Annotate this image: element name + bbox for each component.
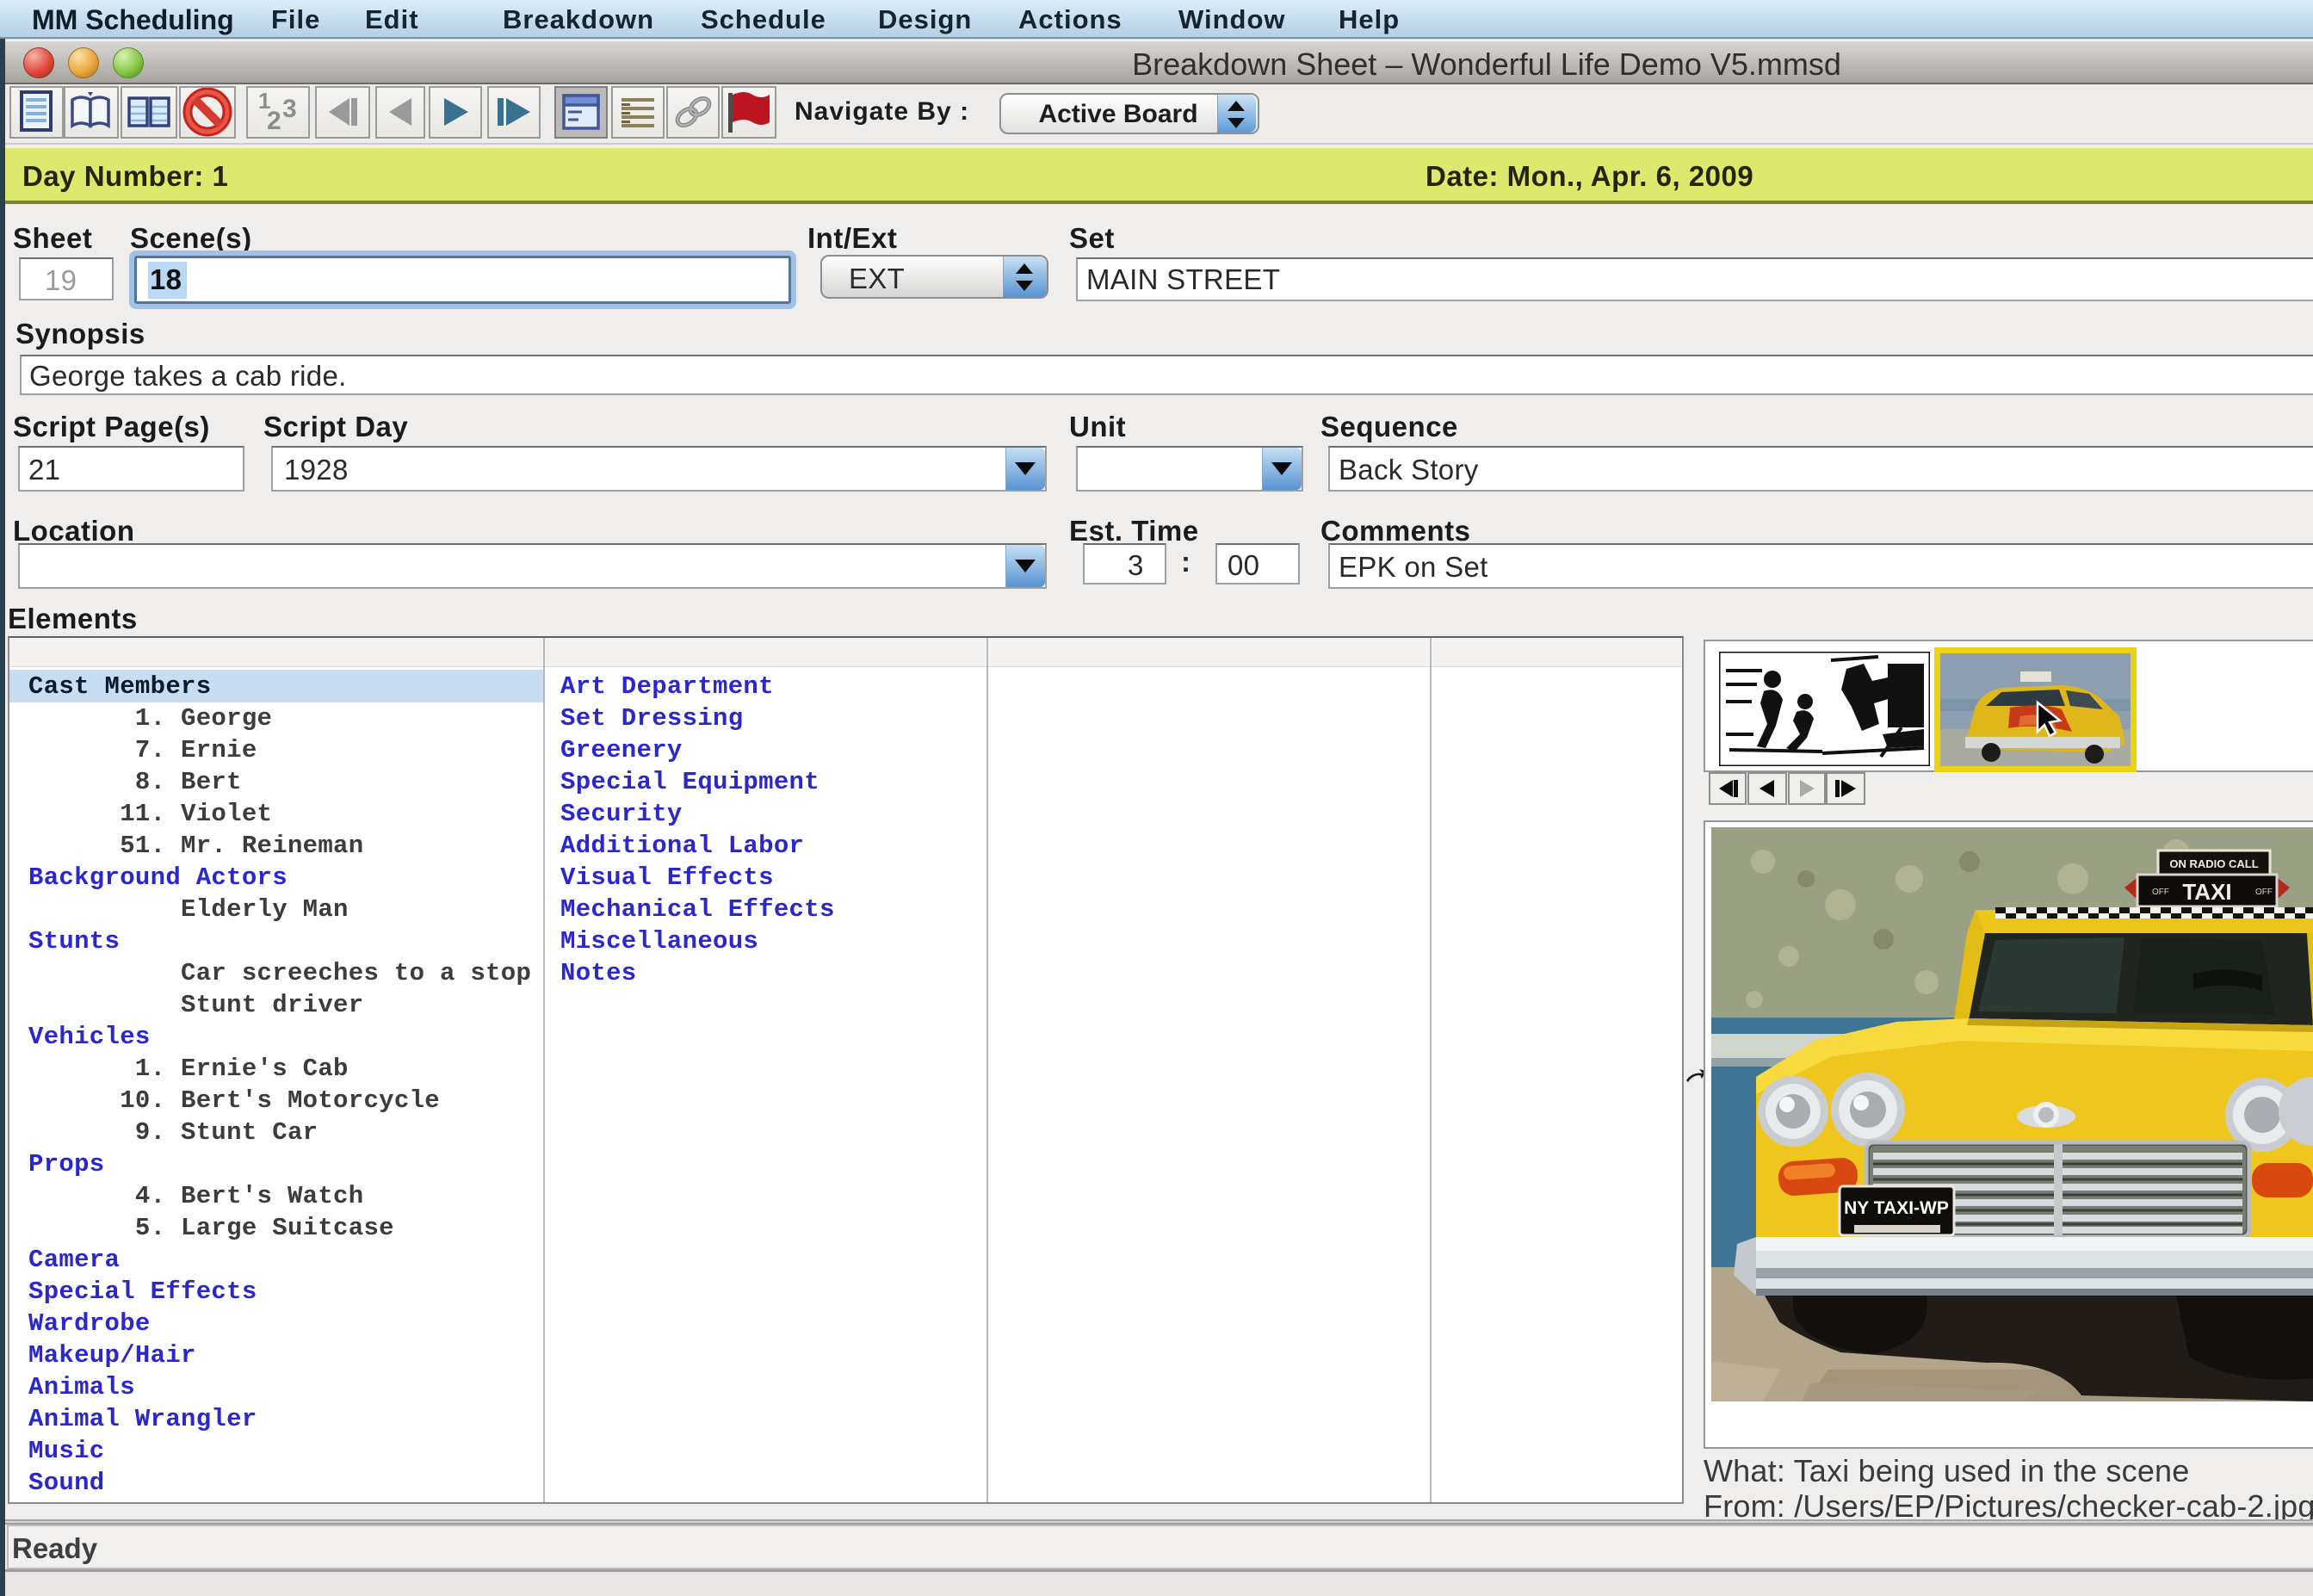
svg-text:OFF: OFF — [2152, 888, 2169, 897]
svg-text:NY TAXI-WP: NY TAXI-WP — [1844, 1198, 1949, 1218]
svg-text:OFF: OFF — [2255, 888, 2273, 897]
svg-text:3: 3 — [282, 95, 297, 123]
svg-text:2: 2 — [267, 107, 281, 135]
svg-text:ON RADIO CALL: ON RADIO CALL — [2169, 857, 2258, 870]
svg-text:TAXI: TAXI — [2182, 879, 2231, 905]
